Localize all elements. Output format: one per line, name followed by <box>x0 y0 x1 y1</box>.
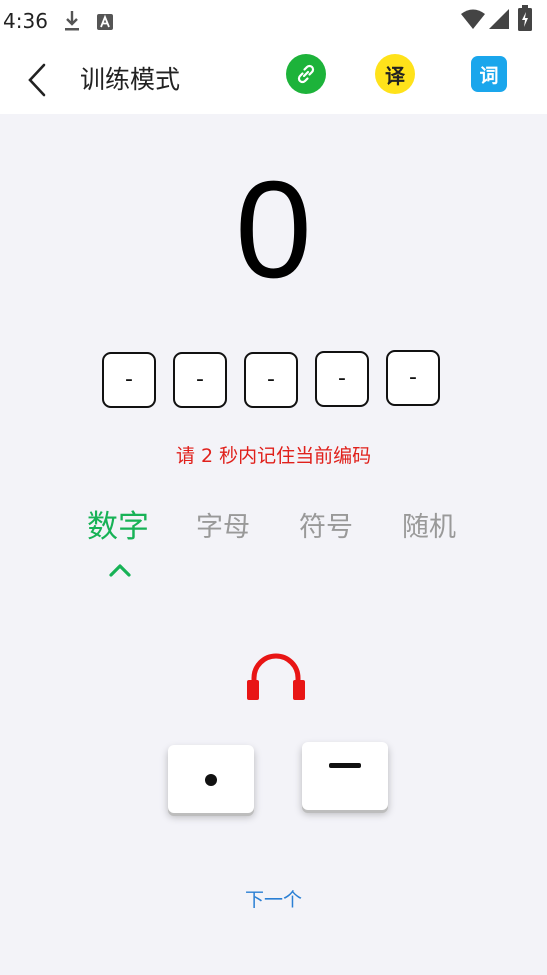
code-slot: - <box>315 351 369 407</box>
translate-button[interactable]: 译 <box>375 54 415 94</box>
code-slot: - <box>173 352 227 408</box>
chevron-up-icon <box>109 564 131 577</box>
dot-key[interactable] <box>168 745 254 813</box>
code-slots: - - - - - <box>102 350 444 410</box>
link-button[interactable] <box>286 54 326 94</box>
signal-icon <box>489 9 509 29</box>
chevron-left-icon[interactable] <box>22 60 54 100</box>
status-bar: 4:36 <box>0 0 547 44</box>
code-slot: - <box>102 352 156 408</box>
tab-random[interactable]: 随机 <box>402 505 456 544</box>
tab-letters[interactable]: 字母 <box>196 505 250 544</box>
code-slot: - <box>244 352 298 408</box>
tab-digits[interactable]: 数字 <box>87 501 149 546</box>
page-title: 训练模式 <box>80 65 181 94</box>
dictionary-button[interactable]: 词 <box>471 56 507 92</box>
dot-symbol <box>205 774 217 786</box>
battery-icon <box>518 5 532 31</box>
code-slot: - <box>386 350 440 406</box>
memorize-hint: 请 2 秒内记住当前编码 <box>175 445 372 467</box>
wifi-icon <box>461 9 485 29</box>
dash-symbol <box>329 763 361 768</box>
dash-key[interactable] <box>302 742 388 810</box>
mode-tabs: 数字 字母 符号 随机 <box>0 505 547 545</box>
link-icon <box>297 64 315 84</box>
tab-symbols[interactable]: 符号 <box>299 505 353 544</box>
headphone-icon[interactable] <box>244 650 308 702</box>
current-number: 0 <box>235 153 312 307</box>
a-icon <box>97 14 113 30</box>
app-header: 训练模式 译 词 <box>0 44 547 114</box>
download-icon <box>65 11 79 31</box>
status-time: 4:36 <box>3 9 48 33</box>
next-button[interactable]: 下一个 <box>0 885 547 912</box>
